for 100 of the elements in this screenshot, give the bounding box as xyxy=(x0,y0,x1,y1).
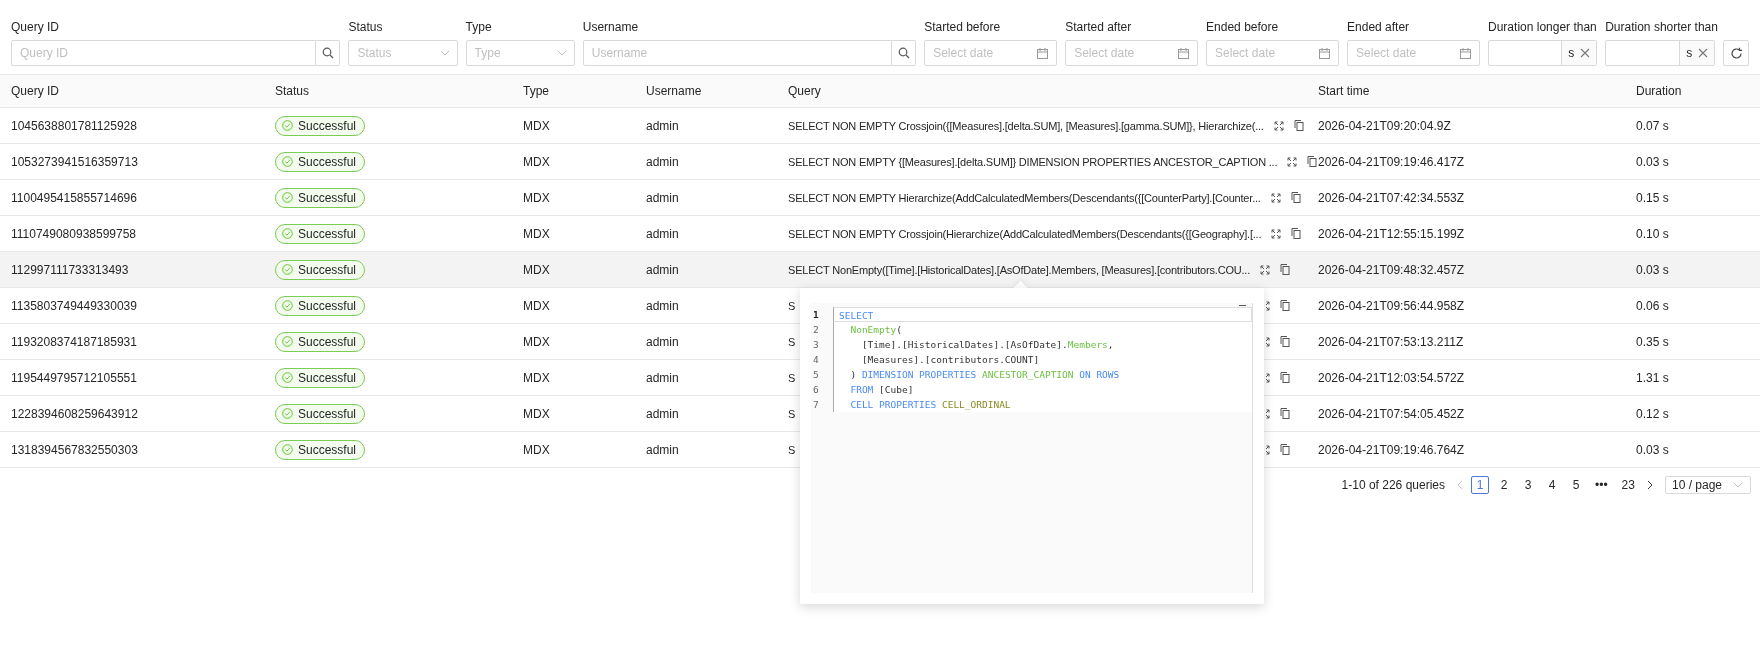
status-text: Successful xyxy=(298,406,357,421)
status-text: Successful xyxy=(298,442,357,457)
copy-icon[interactable] xyxy=(1280,372,1290,383)
table-cell-text: MDX xyxy=(523,154,551,169)
unit-label: s xyxy=(1686,46,1693,60)
refresh-button[interactable] xyxy=(1723,40,1749,66)
status-text: Successful xyxy=(298,226,357,241)
table-cell-text: 0.12 s xyxy=(1636,406,1670,421)
table-cell-text: admin xyxy=(646,442,680,457)
calendar-icon xyxy=(1319,47,1331,59)
table-cell-text: 1228394608259643912 xyxy=(11,406,139,421)
table-cell-text: 112997111733313493 xyxy=(11,262,130,277)
unit-label: s xyxy=(1568,46,1575,60)
table-cell-text: admin xyxy=(646,406,680,421)
close-icon[interactable] xyxy=(1698,48,1709,58)
table-cell-text: 0.15 s xyxy=(1636,190,1670,205)
query-text: SELECT NON EMPTY Crossjoin({[Measures].[delta.SUM], [Measures].[gamma.SUM]}, Hierarchize(... xyxy=(788,119,1264,132)
query-text: S xyxy=(788,299,796,312)
date-field[interactable]: Select date xyxy=(1206,40,1340,66)
table-row[interactable]: 112997111733313493 Successful MDX admin SELECT NonEmpty([Time].[HistoricalDates].[AsOfDate].Members, [Measures].[contributors.COU... 2026-04-21T09:48:32.457Z 0.03 s xyxy=(0,252,1760,288)
query-text: S xyxy=(788,371,796,384)
table-cell-text: 1135803749449330039 xyxy=(11,298,138,313)
table-cell-text: admin xyxy=(646,226,680,241)
line-number: 3 xyxy=(812,339,820,350)
check-circle-icon xyxy=(282,408,293,419)
table-cell-text: 2026-04-21T12:03:54.572Z xyxy=(1318,370,1466,385)
table-cell-text: 2026-04-21T09:19:46.764Z xyxy=(1318,442,1466,457)
close-icon[interactable] xyxy=(1580,48,1591,58)
filter-label: Duration longer than xyxy=(1488,20,1598,34)
filter-label: Ended after xyxy=(1347,20,1411,34)
expand-icon[interactable] xyxy=(1260,264,1271,275)
line-number: 2 xyxy=(812,324,820,335)
table-cell-text: MDX xyxy=(523,406,551,421)
date-field[interactable]: Select date xyxy=(1065,40,1199,66)
search-button[interactable] xyxy=(316,40,341,66)
table-cell-text: 2026-04-21T12:55:15.199Z xyxy=(1318,226,1466,241)
table-cell-text: MDX xyxy=(523,298,551,313)
calendar-icon xyxy=(1037,47,1049,59)
status-text: Successful xyxy=(298,370,357,385)
table-cell-text: 0.03 s xyxy=(1636,262,1670,277)
table-cell-text: MDX xyxy=(523,334,551,349)
status-text: Successful xyxy=(298,334,357,349)
table-cell-text: 1053273941516359713 xyxy=(11,154,139,169)
copy-icon[interactable] xyxy=(1280,300,1290,311)
column-header: Status xyxy=(275,84,311,98)
search-field[interactable]: Query ID xyxy=(11,40,317,66)
filter-label: Started before xyxy=(924,20,1002,34)
calendar-icon xyxy=(1178,47,1190,59)
copy-icon[interactable] xyxy=(1293,120,1304,131)
table-cell-text: 0.03 s xyxy=(1636,442,1670,457)
copy-icon[interactable] xyxy=(1291,228,1302,239)
column-header: Username xyxy=(646,84,703,98)
copy-icon[interactable] xyxy=(1280,264,1291,275)
check-circle-icon xyxy=(282,156,293,167)
table-cell-text: MDX xyxy=(523,262,551,277)
copy-icon[interactable] xyxy=(1280,444,1290,455)
status-text: Successful xyxy=(298,118,357,133)
table-cell-text: MDX xyxy=(523,118,551,133)
expand-icon[interactable] xyxy=(1271,228,1282,239)
line-number: 1 xyxy=(812,309,820,320)
search-button[interactable] xyxy=(892,40,917,66)
table-cell-text: 0.06 s xyxy=(1636,298,1670,313)
query-text: S xyxy=(788,407,796,420)
expand-icon[interactable] xyxy=(1287,156,1298,167)
table-cell-text: admin xyxy=(646,190,680,205)
check-circle-icon xyxy=(282,228,293,239)
expand-icon[interactable] xyxy=(1270,192,1281,203)
table-cell-text: admin xyxy=(646,370,680,385)
select-field[interactable]: Type xyxy=(465,40,575,66)
table-cell-text: 1193208374187185931 xyxy=(11,334,138,349)
table-cell-text: 0.07 s xyxy=(1636,118,1670,133)
filter-label: Started after xyxy=(1065,20,1133,34)
copy-icon[interactable] xyxy=(1280,336,1290,347)
query-text: S xyxy=(788,443,796,456)
search-icon xyxy=(897,47,910,59)
column-header: Start time xyxy=(1318,84,1371,98)
table-cell-text: 1.31 s xyxy=(1636,370,1670,385)
calendar-icon xyxy=(1460,47,1472,59)
expand-icon[interactable] xyxy=(1273,120,1284,131)
copy-icon[interactable] xyxy=(1307,156,1318,167)
status-text: Successful xyxy=(298,298,357,313)
query-text: SELECT NON EMPTY Hierarchize(AddCalculatedMembers(Descendants({[CounterParty].[Counter... xyxy=(788,191,1261,204)
table-cell-text: 1195449795712105551 xyxy=(11,370,138,385)
status-text: Successful xyxy=(298,154,357,169)
page-size-select[interactable]: 10 / page xyxy=(1664,476,1751,494)
copy-icon[interactable] xyxy=(1280,408,1290,419)
select-field[interactable]: Status xyxy=(348,40,458,66)
date-field[interactable]: Select date xyxy=(924,40,1058,66)
page-button[interactable]: 1 xyxy=(1471,476,1489,494)
refresh-icon xyxy=(1729,46,1743,60)
search-field[interactable]: Username xyxy=(582,40,893,66)
check-circle-icon xyxy=(282,192,293,203)
column-header: Type xyxy=(523,84,550,98)
table-cell-text: admin xyxy=(646,334,680,349)
check-circle-icon xyxy=(282,372,293,383)
line-number: 6 xyxy=(812,384,820,395)
table-cell-text: 2026-04-21T07:54:05.452Z xyxy=(1318,406,1466,421)
copy-icon[interactable] xyxy=(1290,192,1301,203)
table-cell-text: MDX xyxy=(523,370,551,385)
date-field[interactable]: Select date xyxy=(1347,40,1481,66)
